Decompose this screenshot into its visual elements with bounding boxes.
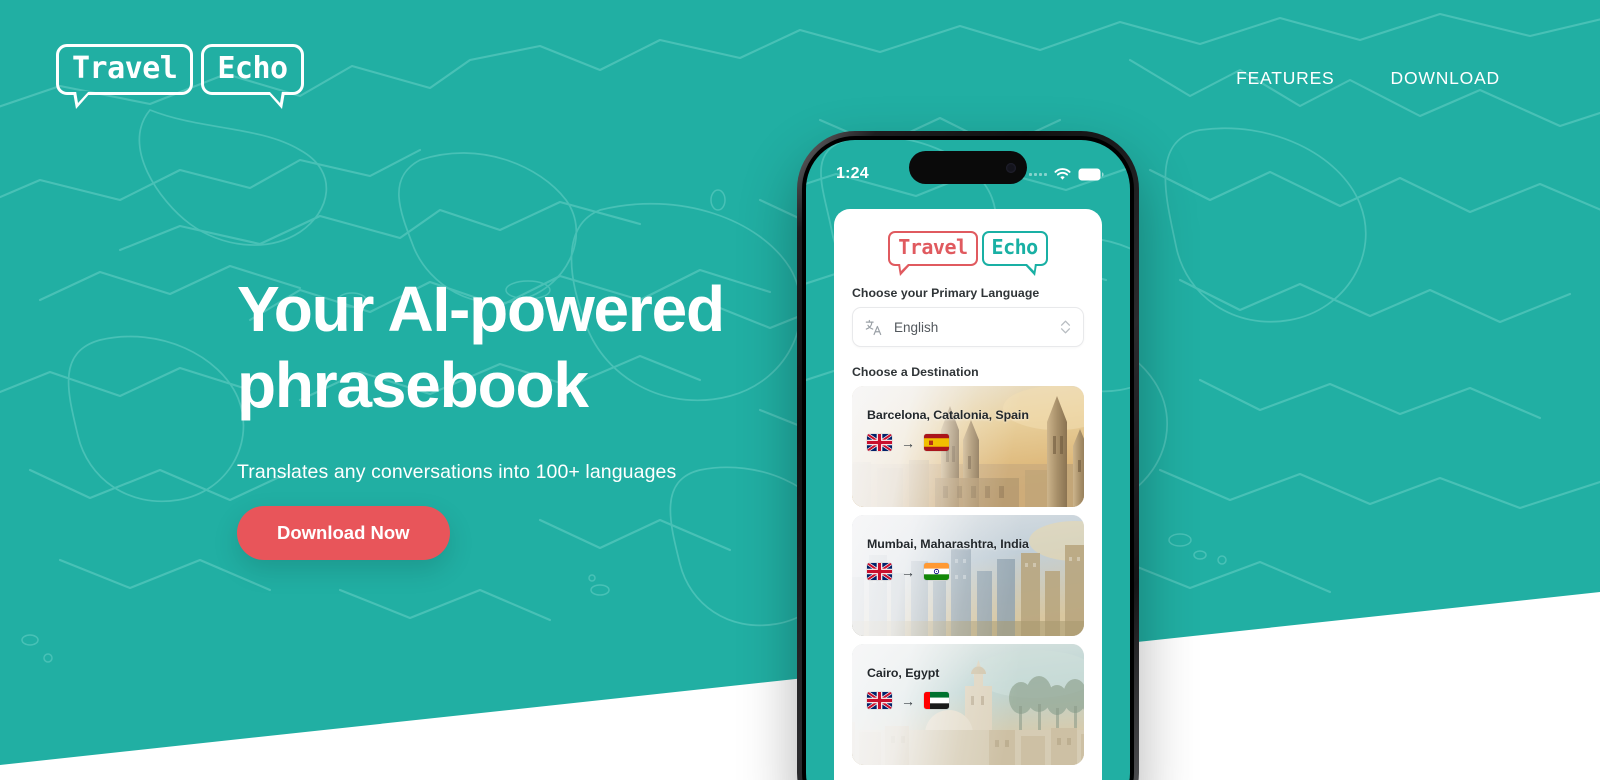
destination-card-barcelona[interactable]: Barcelona, Catalonia, Spain →: [852, 386, 1084, 507]
hero-copy: Your AI-powered phrasebook Translates an…: [237, 272, 857, 561]
signal-dots-icon: [1029, 172, 1047, 176]
arrow-right-icon: →: [901, 563, 915, 580]
primary-language-value: English: [894, 319, 939, 335]
language-pair: →: [867, 434, 1029, 451]
translate-icon: [865, 319, 882, 336]
phone-screen: 1:24 Travel Echo Choose your Primary Lan…: [806, 140, 1130, 780]
flag-uk-icon: [867, 434, 892, 451]
nav-item-features[interactable]: FEATURES: [1236, 68, 1334, 89]
app-logo-word-travel: Travel: [898, 235, 968, 259]
wifi-icon: [1054, 167, 1071, 181]
primary-language-select[interactable]: English: [852, 307, 1084, 347]
arrow-right-icon: →: [901, 434, 915, 451]
brand-logo[interactable]: Travel Echo: [56, 44, 304, 109]
flag-uae-icon: [924, 692, 949, 709]
hero-headline: Your AI-powered phrasebook: [237, 273, 725, 421]
nav-item-download[interactable]: DOWNLOAD: [1391, 68, 1500, 89]
app-logo-bubble-travel: Travel: [888, 231, 978, 276]
destination-card-cairo[interactable]: Cairo, Egypt →: [852, 644, 1084, 765]
card-body: Cairo, Egypt →: [867, 666, 949, 709]
phone-bezel: 1:24 Travel Echo Choose your Primary Lan…: [802, 136, 1134, 780]
download-now-button[interactable]: Download Now: [237, 506, 450, 561]
destination-title: Barcelona, Catalonia, Spain: [867, 408, 1029, 422]
destination-label: Choose a Destination: [852, 365, 979, 379]
destination-title: Cairo, Egypt: [867, 666, 940, 680]
status-time: 1:24: [836, 165, 869, 182]
front-camera-icon: [1006, 162, 1016, 173]
arrow-right-icon: →: [901, 692, 915, 709]
flag-spain-icon: [924, 434, 949, 451]
card-body: Mumbai, Maharashtra, India →: [867, 537, 1029, 580]
destination-title: Mumbai, Maharashtra, India: [867, 537, 1029, 551]
flag-uk-icon: [867, 563, 892, 580]
hero-subheadline: Translates any conversations into 100+ l…: [237, 461, 677, 484]
app-brand-logo: Travel Echo: [852, 231, 1084, 276]
language-pair: →: [867, 692, 949, 709]
logo-bubble-echo: Echo: [201, 44, 304, 109]
logo-word-travel: Travel: [72, 51, 178, 86]
main-navigation: FEATURES DOWNLOAD: [1236, 44, 1500, 89]
destination-card-mumbai[interactable]: Mumbai, Maharashtra, India →: [852, 515, 1084, 636]
battery-icon: [1078, 168, 1104, 181]
dynamic-island: [909, 151, 1027, 184]
flag-india-icon: [924, 563, 949, 580]
status-indicators: [1029, 167, 1104, 181]
flag-uk-icon: [867, 692, 892, 709]
chevron-up-down-icon[interactable]: [1060, 319, 1071, 335]
app-logo-bubble-echo: Echo: [981, 231, 1048, 276]
destination-list: Barcelona, Catalonia, Spain → Mumbai, Ma…: [852, 386, 1084, 765]
card-body: Barcelona, Catalonia, Spain →: [867, 408, 1029, 451]
app-content-sheet: Travel Echo Choose your Primary Language: [834, 209, 1102, 780]
phone-mockup: 1:24 Travel Echo Choose your Primary Lan…: [797, 131, 1139, 780]
language-pair: →: [867, 563, 1029, 580]
logo-word-echo: Echo: [217, 51, 288, 86]
primary-language-label: Choose your Primary Language: [852, 286, 1040, 300]
logo-bubble-travel: Travel: [56, 44, 194, 109]
app-logo-word-echo: Echo: [991, 235, 1039, 259]
